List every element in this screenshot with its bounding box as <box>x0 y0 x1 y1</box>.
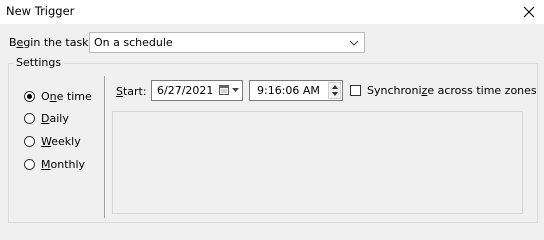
begin-task-value: On a schedule <box>94 36 173 49</box>
begin-task-dropdown[interactable]: On a schedule <box>89 32 365 53</box>
time-spinner[interactable] <box>328 82 341 99</box>
title-bar: New Trigger <box>0 0 544 24</box>
dropdown-arrow-icon[interactable] <box>232 88 239 92</box>
radio-circle-checked[interactable] <box>24 90 35 102</box>
start-time-field[interactable]: 9:16:06 AM <box>249 80 343 101</box>
start-date-picker[interactable]: 6/27/2021 <box>151 80 243 101</box>
radio-circle[interactable] <box>24 112 35 124</box>
start-time-value: 9:16:06 AM <box>257 84 320 97</box>
radio-daily[interactable]: Daily <box>24 111 69 125</box>
calendar-icon[interactable] <box>219 85 229 95</box>
radio-monthly-label: Monthly <box>41 157 86 171</box>
radio-weekly[interactable]: Weekly <box>24 134 81 148</box>
radio-circle[interactable] <box>24 135 35 147</box>
close-icon[interactable] <box>522 5 536 19</box>
window-title: New Trigger <box>6 4 75 18</box>
sync-time-zones-label: Synchronize across time zones <box>367 84 537 97</box>
radio-monthly[interactable]: Monthly <box>24 157 85 171</box>
radio-one-time-label: One time <box>41 89 92 103</box>
recurrence-panel <box>112 111 523 214</box>
sync-time-zones-checkbox[interactable] <box>350 85 361 96</box>
radio-one-time[interactable]: One time <box>24 89 92 103</box>
start-date-value: 6/27/2021 <box>157 84 214 97</box>
spin-up-icon[interactable] <box>332 85 338 89</box>
radio-weekly-label: Weekly <box>41 134 81 148</box>
start-label: Start: <box>116 85 147 98</box>
vertical-divider <box>104 76 106 218</box>
chevron-down-icon <box>349 40 359 46</box>
radio-circle[interactable] <box>24 158 35 170</box>
begin-task-label: Begin the task: <box>9 36 93 49</box>
spin-down-icon[interactable] <box>332 92 338 96</box>
radio-daily-label: Daily <box>41 111 69 125</box>
settings-legend: Settings <box>13 56 65 69</box>
